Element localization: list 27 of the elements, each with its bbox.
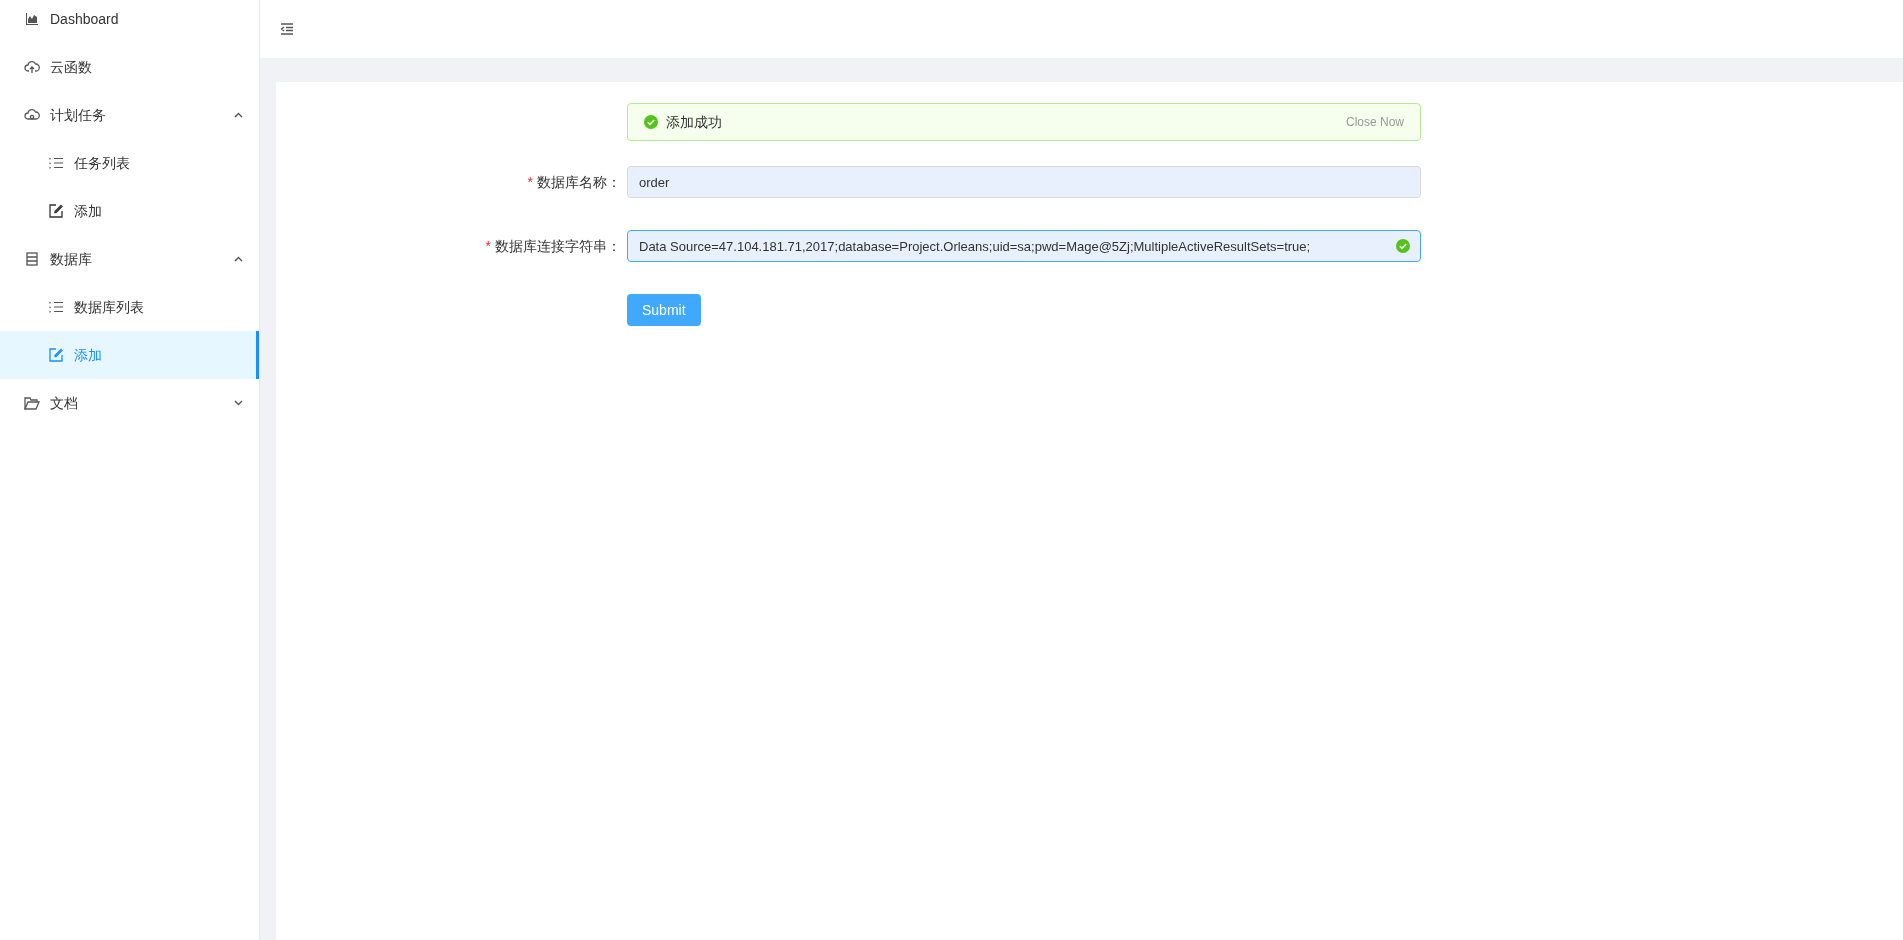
menu-item[interactable]: 数据库: [0, 235, 259, 283]
menu-item[interactable]: 任务列表: [0, 139, 259, 187]
chart-icon: [25, 12, 39, 26]
valid-check-icon: [1396, 239, 1410, 253]
menu-item[interactable]: 添加: [0, 187, 259, 235]
database-icon: [26, 252, 38, 266]
list-icon: [49, 157, 63, 169]
edit-icon: [49, 204, 63, 218]
alert-message: 添加成功: [666, 112, 723, 132]
required-mark: *: [485, 236, 491, 256]
input-field[interactable]: Data Source=47.104.181.71,2017;database=Project.Orleans;uid=sa;pwd=Mage@5Zj;MultipleActiveResultSets=true;: [627, 230, 1421, 262]
menu-fold-icon[interactable]: [280, 23, 294, 35]
edit-icon: [49, 348, 63, 362]
cloud-upload-icon: [24, 60, 40, 74]
required-mark: *: [527, 172, 533, 192]
menu-item[interactable]: 云函数: [0, 43, 259, 91]
input-field[interactable]: order: [627, 166, 1421, 198]
field-label: 数据库名称：: [537, 172, 621, 192]
folder-icon: [24, 396, 40, 410]
list-icon: [49, 301, 63, 313]
menu-item[interactable]: 计划任务: [0, 91, 259, 139]
menu-item[interactable]: Dashboard: [0, 0, 259, 43]
cloud-icon: [24, 108, 40, 122]
menu-item[interactable]: 数据库列表: [0, 283, 259, 331]
success-icon: [644, 115, 658, 129]
menu-item[interactable]: 文档: [0, 379, 259, 427]
field-label: 数据库连接字符串：: [495, 236, 621, 256]
